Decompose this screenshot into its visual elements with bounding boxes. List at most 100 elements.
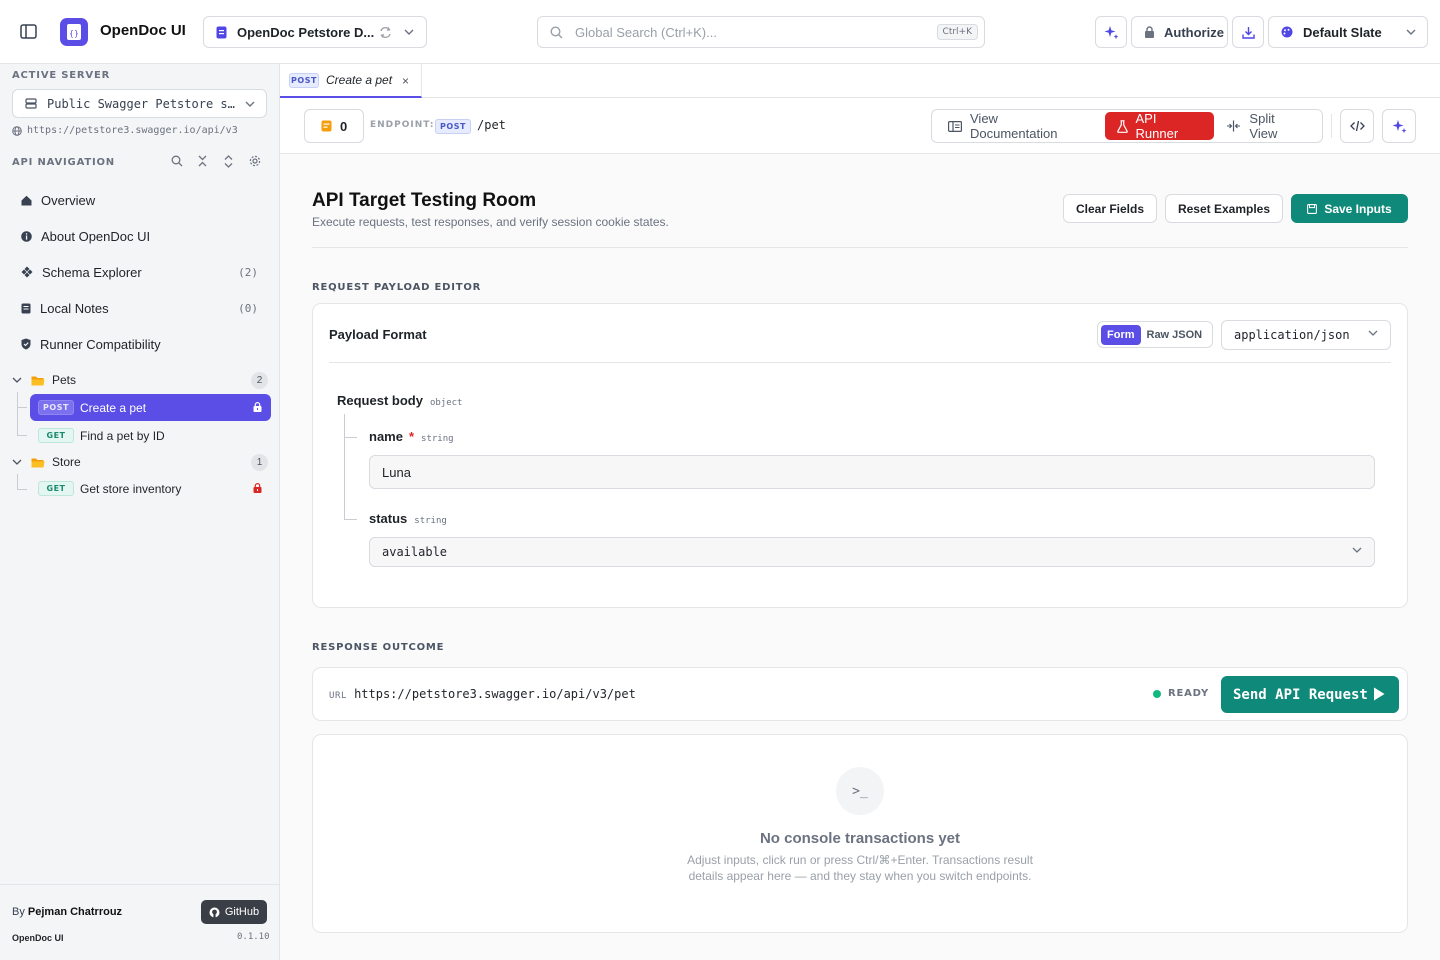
- github-label: GitHub: [224, 906, 260, 918]
- notes-count-button[interactable]: 0: [304, 109, 364, 143]
- search-placeholder: Global Search (Ctrl+K)...: [575, 24, 717, 40]
- required-marker: *: [408, 429, 415, 444]
- endpoint-label: Get store inventory: [80, 481, 182, 496]
- endpoint-find-a-pet-by-id[interactable]: GET Find a pet by ID: [30, 422, 271, 449]
- folder-store[interactable]: Store 1: [12, 450, 268, 474]
- clear-fields-button[interactable]: Clear Fields: [1063, 194, 1157, 223]
- chevron-down-icon: [1352, 547, 1362, 554]
- field-name: status: [369, 511, 408, 526]
- field-type: string: [421, 434, 454, 444]
- content-type-select[interactable]: application/json: [1221, 320, 1391, 350]
- ai-assist-button[interactable]: [1382, 109, 1416, 143]
- divider: [329, 362, 1391, 363]
- reset-examples-button[interactable]: Reset Examples: [1165, 194, 1283, 223]
- endpoint-get-store-inventory[interactable]: GET Get store inventory: [30, 475, 271, 502]
- sidebar-item-count: (2): [238, 265, 258, 279]
- tree-branch: [17, 407, 27, 408]
- sidebar-footer: By Pejman Chatrrouz GitHub OpenDoc UI 0.…: [0, 884, 279, 960]
- folder-label: Pets: [52, 373, 77, 387]
- tab-create-a-pet[interactable]: POST Create a pet ×: [280, 64, 422, 98]
- endpoint-label: Create a pet: [80, 400, 147, 415]
- home-icon: [21, 195, 32, 206]
- save-icon: [1307, 203, 1318, 214]
- shield-icon: [21, 338, 31, 350]
- field-type: string: [414, 516, 447, 526]
- api-runner-label: API Runner: [1135, 111, 1179, 141]
- method-badge: GET: [38, 481, 74, 496]
- split-view-label: Split View: [1249, 111, 1278, 141]
- payload-editor-card: Payload Format Form Raw JSON application…: [312, 303, 1408, 608]
- folder-count-badge: 1: [251, 453, 268, 471]
- spec-selector[interactable]: OpenDoc Petstore D...: [203, 16, 427, 48]
- console-card: >_ No console transactions yet Adjust in…: [312, 734, 1408, 933]
- method-badge: GET: [38, 428, 74, 443]
- sidebar-item-schema-explorer[interactable]: Schema Explorer (2): [12, 256, 272, 288]
- info-icon: [21, 230, 32, 242]
- sidebar-item-label: Local Notes: [40, 300, 109, 316]
- format-form-option[interactable]: Form: [1101, 324, 1141, 345]
- endpoint-path: /pet: [477, 118, 506, 132]
- search-icon[interactable]: [171, 155, 183, 167]
- format-raw-json-option[interactable]: Raw JSON: [1141, 325, 1209, 345]
- tab-label: Create a pet: [326, 73, 393, 87]
- status-dot: [1153, 689, 1161, 698]
- name-input[interactable]: Luna: [369, 455, 1375, 489]
- view-documentation-button[interactable]: View Documentation: [936, 111, 1101, 141]
- api-runner-button[interactable]: API Runner: [1104, 111, 1215, 141]
- global-search[interactable]: Global Search (Ctrl+K)... Ctrl+K: [537, 16, 985, 48]
- name-input-value: Luna: [382, 464, 411, 480]
- endpoint-create-a-pet[interactable]: POST Create a pet: [30, 394, 271, 421]
- chevron-down-icon: [12, 377, 22, 384]
- chevron-down-icon: [245, 101, 255, 108]
- document-icon: [216, 26, 227, 39]
- endpoint-label: ENDPOINT:: [370, 120, 435, 130]
- lock-icon: [1144, 26, 1155, 38]
- divider: [312, 247, 1408, 248]
- collapse-all-icon[interactable]: [197, 155, 208, 167]
- expand-all-icon[interactable]: [223, 155, 234, 168]
- server-selector[interactable]: Public Swagger Petstore s…: [12, 89, 267, 118]
- svg-text:{}: {}: [69, 29, 79, 38]
- send-api-request-button[interactable]: Send API Request: [1221, 676, 1399, 713]
- download-icon: [1241, 26, 1255, 39]
- url-key: URL: [329, 691, 348, 701]
- content-type-value: application/json: [1234, 328, 1350, 342]
- method-badge: POST: [289, 72, 319, 88]
- tree-branch: [344, 437, 357, 438]
- field-name: name: [369, 429, 403, 444]
- github-button[interactable]: GitHub: [201, 900, 267, 924]
- endpoint-label: Find a pet by ID: [80, 428, 165, 443]
- download-button[interactable]: [1232, 16, 1264, 48]
- url-value: https://petstore3.swagger.io/api/v3/pet: [354, 687, 636, 701]
- code-snippet-button[interactable]: [1340, 109, 1374, 143]
- save-inputs-button[interactable]: Save Inputs: [1291, 194, 1408, 223]
- sidebar-item-runner-compatibility[interactable]: Runner Compatibility: [12, 328, 272, 360]
- chevron-down-icon: [404, 29, 414, 36]
- folder-icon: [31, 375, 45, 386]
- sidebar-item-overview[interactable]: Overview: [12, 184, 272, 216]
- sidebar-toggle-icon[interactable]: [20, 24, 37, 39]
- tree-line: [17, 474, 18, 489]
- server-name: Public Swagger Petstore s…: [47, 96, 235, 111]
- server-url: https://petstore3.swagger.io/api/v3: [12, 125, 238, 136]
- sidebar-item-local-notes[interactable]: Local Notes (0): [12, 292, 272, 324]
- sidebar-item-about[interactable]: About OpenDoc UI: [12, 220, 272, 252]
- folder-pets[interactable]: Pets 2: [12, 368, 268, 392]
- status-select[interactable]: available: [369, 537, 1375, 567]
- send-label: Send API Request: [1233, 686, 1368, 703]
- split-view-button[interactable]: Split View: [1214, 111, 1318, 141]
- method-badge: POST: [38, 400, 74, 415]
- authorize-button[interactable]: Authorize: [1131, 16, 1228, 48]
- active-server-title: ACTIVE SERVER: [12, 70, 111, 81]
- save-inputs-label: Save Inputs: [1324, 201, 1392, 216]
- note-icon: [321, 120, 332, 132]
- tree-line: [344, 414, 345, 520]
- settings-icon[interactable]: [249, 155, 261, 167]
- theme-selector[interactable]: Default Slate: [1268, 16, 1428, 48]
- ai-assistant-button[interactable]: [1095, 16, 1127, 48]
- sync-icon[interactable]: [379, 26, 392, 39]
- view-mode-switcher: View Documentation API Runner Split View: [931, 109, 1323, 143]
- sparkle-icon: [1104, 25, 1119, 40]
- notes-count: 0: [340, 118, 348, 134]
- close-icon[interactable]: ×: [402, 74, 409, 88]
